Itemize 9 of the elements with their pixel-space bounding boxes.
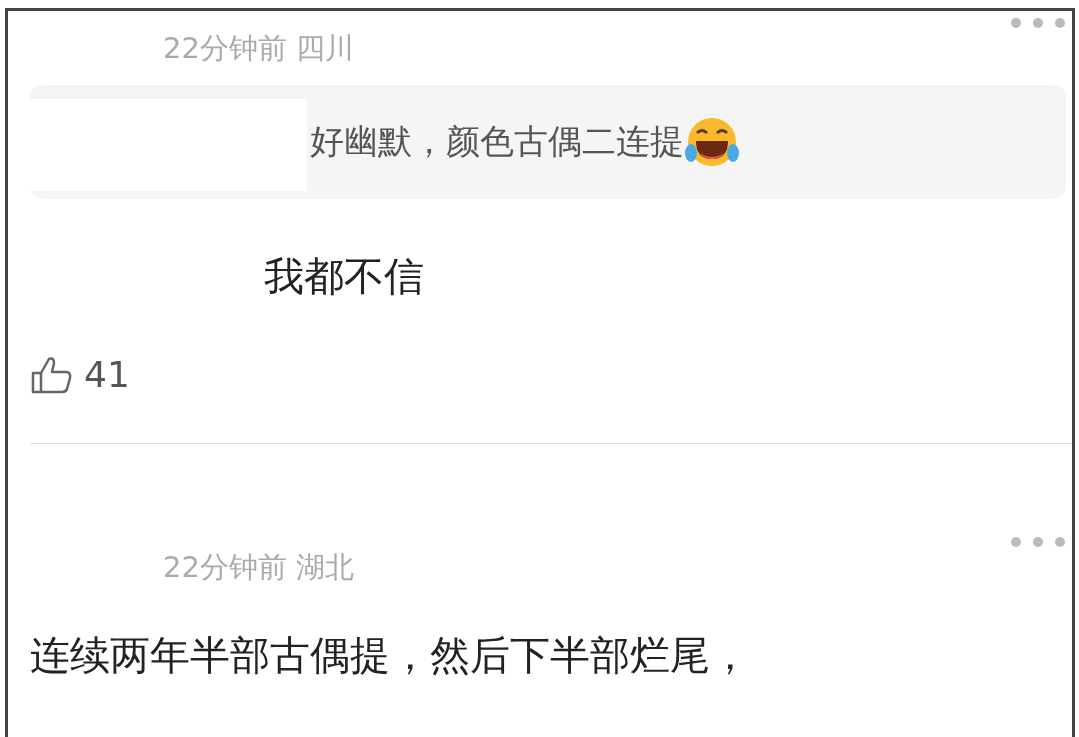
- more-options-icon[interactable]: [1010, 536, 1066, 548]
- comment-meta: 22分钟前 湖北: [163, 549, 356, 586]
- thumbs-up-icon[interactable]: [30, 354, 74, 395]
- comment-meta: 22分钟前 四川: [163, 30, 356, 67]
- quoted-text: 好幽默，颜色古偶二连提: [310, 115, 740, 169]
- more-options-icon[interactable]: [1010, 17, 1066, 29]
- like-count: 41: [84, 354, 130, 395]
- comment-text: 我都不信: [264, 252, 425, 301]
- comment-text: 连续两年半部古偶提，然后下半部烂尾，: [30, 631, 751, 680]
